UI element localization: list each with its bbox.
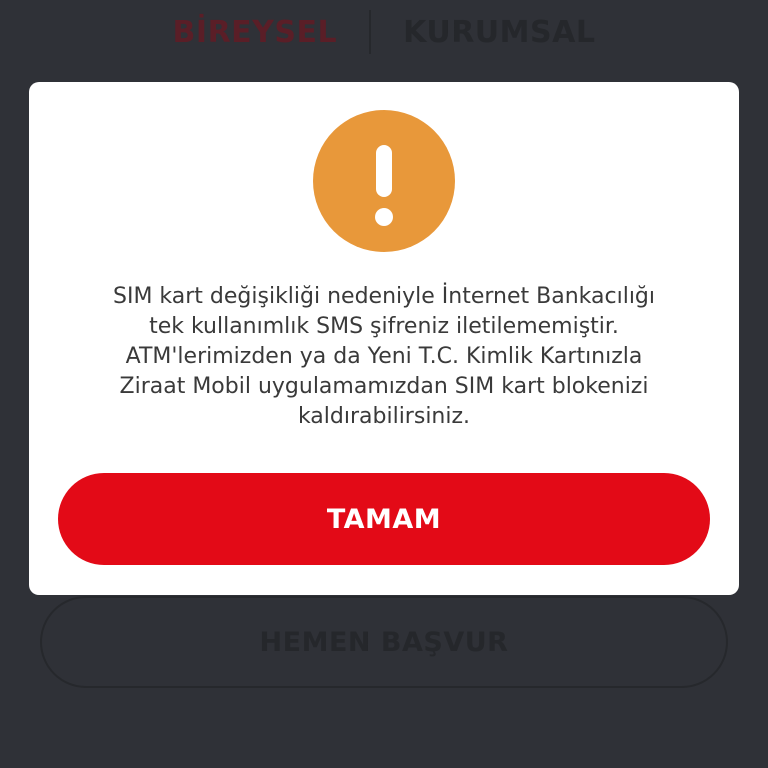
exclamation-icon [313, 110, 455, 252]
screen: BİREYSEL KURUMSAL HEMEN BAŞVUR SIM kart … [0, 0, 768, 768]
apply-now-button[interactable]: HEMEN BAŞVUR [40, 596, 728, 688]
alert-message: SIM kart değişikliği nedeniyle İnternet … [59, 282, 709, 432]
tab-corporate[interactable]: KURUMSAL [371, 15, 627, 50]
apply-now-label: HEMEN BAŞVUR [259, 626, 509, 658]
alert-dialog: SIM kart değişikliği nedeniyle İnternet … [29, 82, 739, 595]
segment-tabs: BİREYSEL KURUMSAL [0, 10, 768, 54]
tab-individual[interactable]: BİREYSEL [141, 15, 370, 50]
alert-message-line: Ziraat Mobil uygulamamızdan SIM kart blo… [119, 374, 649, 399]
alert-message-line: SIM kart değişikliği nedeniyle İnternet … [112, 284, 656, 309]
alert-message-line: kaldırabilirsiniz. [297, 404, 471, 429]
alert-message-line: ATM'lerimizden ya da Yeni T.C. Kimlik Ka… [125, 344, 643, 369]
exclamation-bar [376, 145, 392, 197]
alert-message-line: tek kullanımlık SMS şifreniz iletilememi… [149, 314, 619, 339]
exclamation-dot [375, 208, 393, 226]
ok-button-label: TAMAM [326, 503, 442, 535]
ok-button[interactable]: TAMAM [58, 473, 710, 565]
